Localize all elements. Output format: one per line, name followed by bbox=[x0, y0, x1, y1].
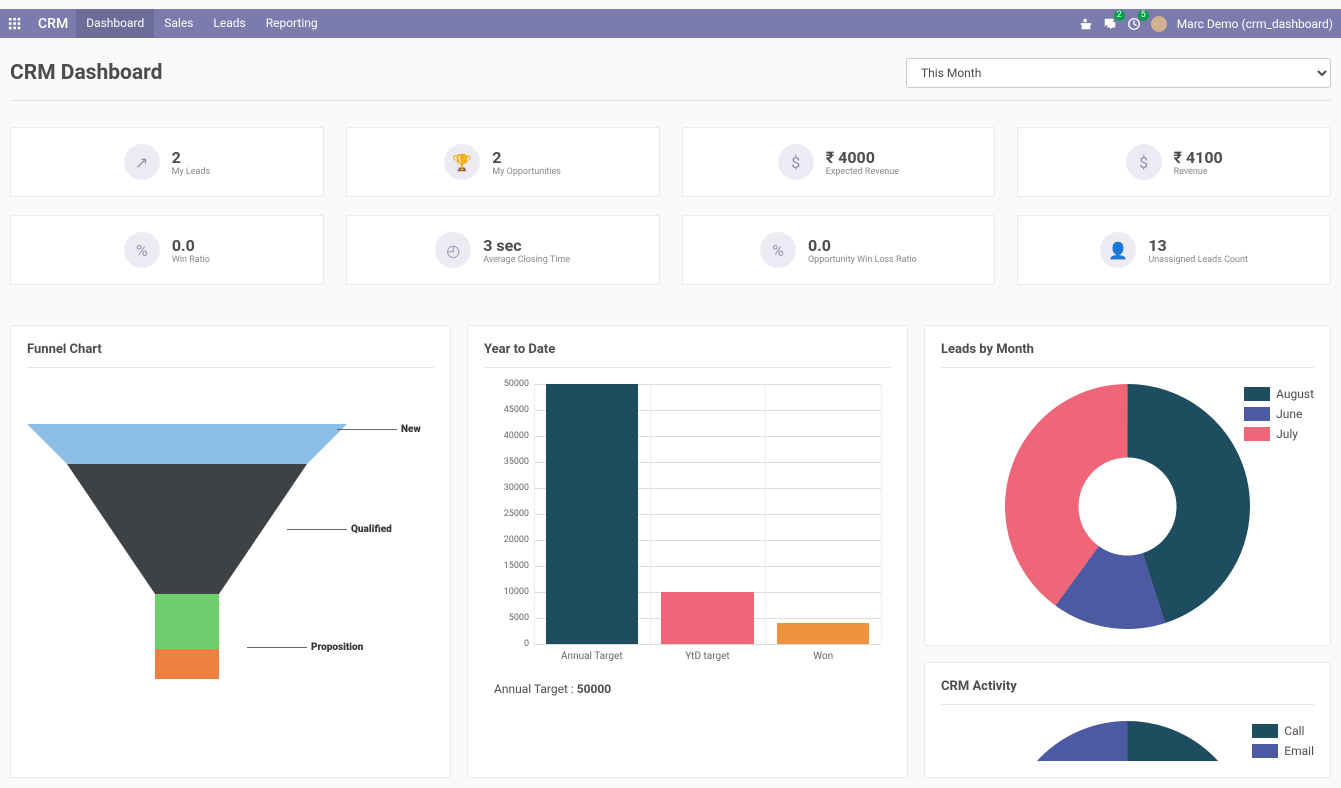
leads-legend: AugustJuneJuly bbox=[1244, 384, 1314, 444]
kpi-value: 13 bbox=[1148, 236, 1248, 255]
ytd-bar-label: YtD target bbox=[685, 651, 729, 662]
ytd-card: Year to Date 050001000015000200002500030… bbox=[467, 325, 908, 778]
kpi-card: 👤 13Unassigned Leads Count bbox=[1017, 215, 1331, 285]
activity-title: CRM Activity bbox=[941, 679, 1314, 705]
page-title: CRM Dashboard bbox=[10, 61, 162, 85]
funnel-seg-new bbox=[27, 424, 347, 464]
kpi-value: 3 sec bbox=[483, 236, 570, 255]
line-chart-icon: ↗ bbox=[124, 144, 160, 180]
kpi-label: My Opportunities bbox=[492, 167, 561, 177]
nav: DashboardSalesLeadsReporting bbox=[76, 9, 327, 38]
nav-item-reporting[interactable]: Reporting bbox=[256, 9, 328, 38]
kpi-label: Opportunity Win Loss Ratio bbox=[808, 255, 917, 265]
kpi-value: 2 bbox=[492, 148, 561, 167]
content: CRM Dashboard This Month ↗2My Leads🏆2My … bbox=[0, 38, 1341, 788]
legend-item: July bbox=[1244, 424, 1314, 444]
kpi-card: % 0.0Opportunity Win Loss Ratio bbox=[682, 215, 996, 285]
funnel-label-qualified: Qualified bbox=[357, 524, 398, 535]
kpi-card: ◴ 3 secAverage Closing Time bbox=[346, 215, 660, 285]
kpi-label: Average Closing Time bbox=[483, 255, 570, 265]
activity-card: CRM Activity CallEmail bbox=[924, 662, 1331, 778]
kpi-label: Expected Revenue bbox=[826, 167, 899, 177]
clock-icon[interactable]: 5 bbox=[1127, 16, 1141, 31]
legend-item: August bbox=[1244, 384, 1314, 404]
avatar[interactable] bbox=[1151, 16, 1167, 32]
dollar-icon: $ bbox=[778, 144, 814, 180]
funnel-seg-proposition bbox=[27, 594, 347, 649]
dollar-icon: $ bbox=[1126, 144, 1162, 180]
clock-icon: ◴ bbox=[435, 232, 471, 268]
kpi-label: Win Ratio bbox=[172, 255, 210, 265]
app-name[interactable]: CRM bbox=[30, 16, 76, 32]
kpi-value: 2 bbox=[172, 148, 211, 167]
legend-item: Call bbox=[1252, 721, 1314, 741]
nav-item-leads[interactable]: Leads bbox=[203, 9, 255, 38]
ytd-bar-label: Won bbox=[813, 651, 833, 662]
ytd-bar-label: Annual Target bbox=[561, 651, 623, 662]
kpi-label: My Leads bbox=[172, 167, 211, 177]
ytd-barchart: 0500010000150002000025000300003500040000… bbox=[484, 384, 891, 664]
ytd-bar bbox=[777, 623, 870, 644]
ytd-title: Year to Date bbox=[484, 342, 891, 368]
kpi-value: ₹ 4100 bbox=[1174, 148, 1223, 167]
apps-icon[interactable] bbox=[0, 16, 30, 32]
messages-badge: 2 bbox=[1114, 10, 1125, 21]
user-name[interactable]: Marc Demo (crm_dashboard) bbox=[1177, 17, 1333, 31]
nav-item-sales[interactable]: Sales bbox=[154, 9, 203, 38]
legend-item: Email bbox=[1252, 741, 1314, 761]
kpi-card: % 0.0Win Ratio bbox=[10, 215, 324, 285]
kpi-value: 0.0 bbox=[808, 236, 917, 255]
kpi-card: 🏆 2My Opportunities bbox=[346, 127, 660, 197]
kpi-row: %0.0Win Ratio◴3 secAverage Closing Time%… bbox=[10, 215, 1331, 285]
kpi-card: $ ₹ 4000Expected Revenue bbox=[682, 127, 996, 197]
trophy-icon: 🏆 bbox=[444, 144, 480, 180]
kpi-value: 0.0 bbox=[172, 236, 210, 255]
user-x-icon: 👤 bbox=[1100, 232, 1136, 268]
nav-item-dashboard[interactable]: Dashboard bbox=[76, 9, 154, 38]
funnel-title: Funnel Chart bbox=[27, 342, 434, 368]
leads-card: Leads by Month AugustJuneJuly bbox=[924, 325, 1331, 646]
page-header: CRM Dashboard This Month bbox=[10, 48, 1331, 101]
kpi-card: ↗ 2My Leads bbox=[10, 127, 324, 197]
funnel-seg-below bbox=[27, 649, 347, 679]
activity-legend: CallEmail bbox=[1252, 721, 1314, 761]
topbar: CRM DashboardSalesLeadsReporting 2 5 Mar… bbox=[0, 9, 1341, 38]
leads-title: Leads by Month bbox=[941, 342, 1314, 368]
ytd-annual: Annual Target : 50000 bbox=[494, 682, 891, 696]
ytd-bar bbox=[546, 384, 639, 644]
kpi-card: $ ₹ 4100Revenue bbox=[1017, 127, 1331, 197]
percent-icon: % bbox=[760, 232, 796, 268]
messages-icon[interactable]: 2 bbox=[1103, 16, 1117, 31]
kpi-label: Unassigned Leads Count bbox=[1148, 255, 1248, 265]
funnel-label-proposition: Proposition bbox=[317, 642, 369, 653]
kpi-label: Revenue bbox=[1174, 167, 1223, 177]
kpi-row: ↗2My Leads🏆2My Opportunities$₹ 4000Expec… bbox=[10, 127, 1331, 197]
gift-icon[interactable] bbox=[1079, 16, 1093, 31]
percent-icon: % bbox=[124, 232, 160, 268]
funnel-label-new: New bbox=[407, 424, 427, 435]
funnel-card: Funnel Chart New Qualified Proposition bbox=[10, 325, 451, 778]
period-select[interactable]: This Month bbox=[906, 58, 1331, 88]
leads-donut bbox=[1005, 384, 1250, 629]
ytd-bar bbox=[661, 592, 754, 644]
activity-donut bbox=[1005, 721, 1250, 761]
clock-badge: 5 bbox=[1138, 10, 1149, 21]
legend-item: June bbox=[1244, 404, 1314, 424]
kpi-value: ₹ 4000 bbox=[826, 148, 899, 167]
